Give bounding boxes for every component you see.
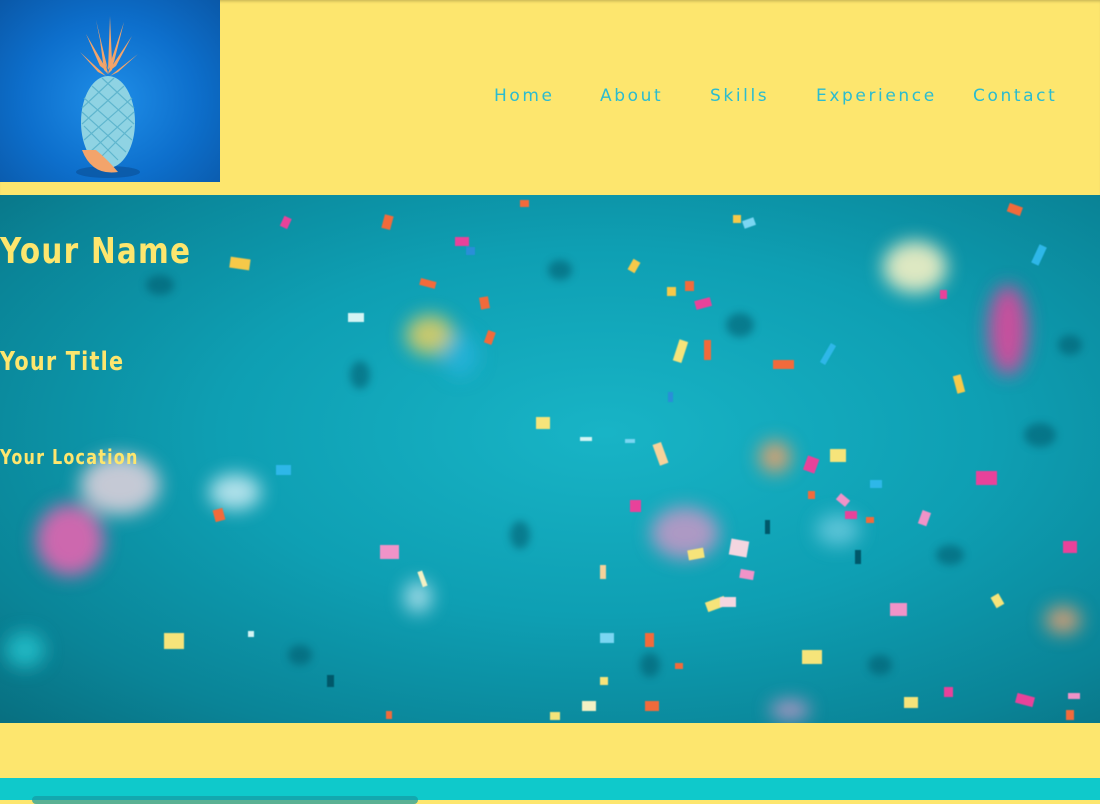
hero-name: Your Name	[0, 231, 192, 272]
next-section	[0, 778, 1100, 804]
nav-experience[interactable]: Experience	[816, 86, 937, 106]
nav-contact[interactable]: Contact	[973, 86, 1057, 106]
nav-home[interactable]: Home	[494, 86, 555, 106]
hero-title: Your Title	[0, 347, 125, 377]
main-nav: Home About Skills Experience Contact	[0, 86, 1100, 110]
yellow-divider-band	[0, 723, 1100, 778]
section-heading-bar	[32, 796, 418, 804]
confetti-background-image	[5, 200, 1082, 720]
hero-section: Your Name Your Title Your Location	[0, 195, 1100, 723]
nav-about[interactable]: About	[600, 86, 663, 106]
hero-location: Your Location	[0, 445, 139, 469]
site-header: Home About Skills Experience Contact	[0, 0, 1100, 195]
nav-skills[interactable]: Skills	[710, 86, 769, 106]
